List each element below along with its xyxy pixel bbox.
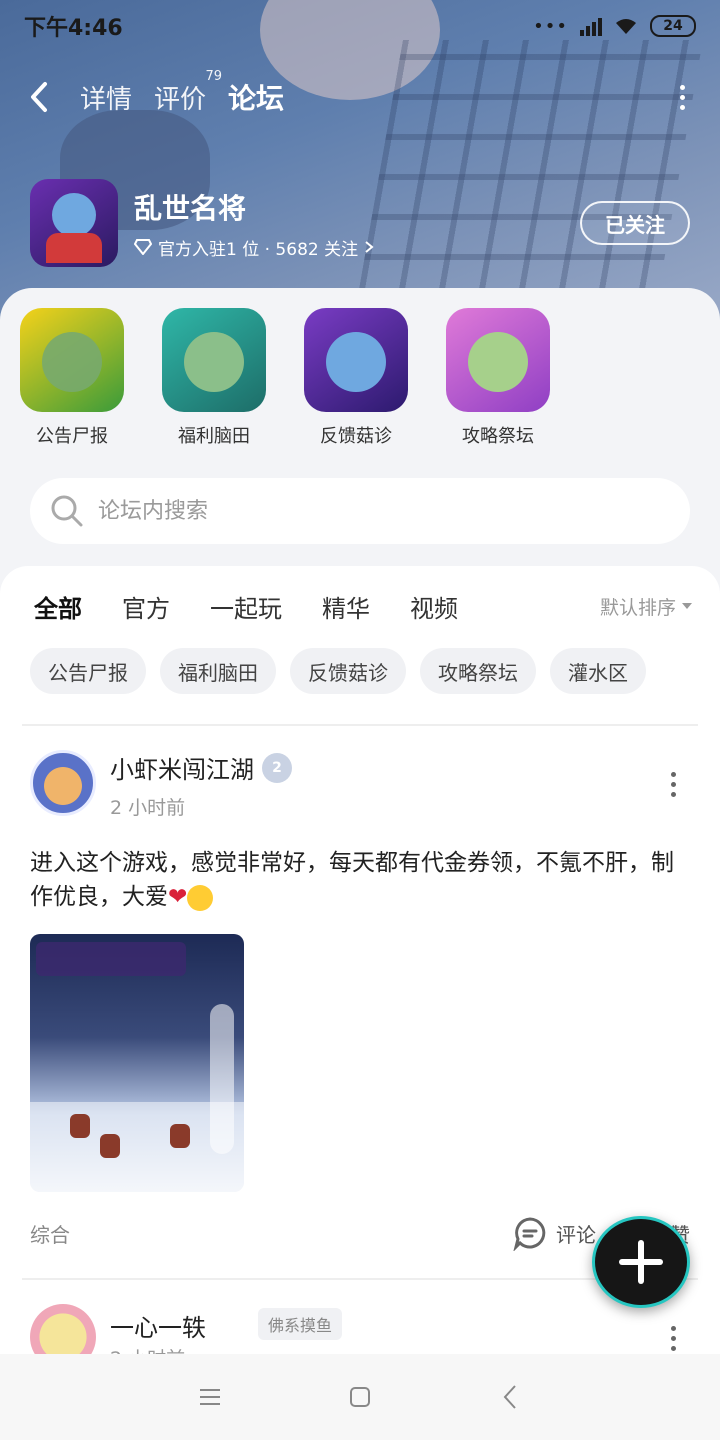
- level-badge: 2: [262, 752, 292, 783]
- reviews-count: 79: [205, 68, 223, 84]
- chip-guide[interactable]: 攻略祭坛: [420, 648, 536, 694]
- comment-button[interactable]: 评论: [512, 1215, 596, 1251]
- post-more-button[interactable]: [671, 772, 690, 797]
- sort-dropdown[interactable]: 默认排序: [600, 593, 692, 620]
- forum-panel: 公告尸报 福利脑田 反馈菇诊 攻略祭坛 全部 官方 一起玩 精华 视频 默认排序: [0, 288, 720, 1370]
- diamond-icon: [134, 239, 152, 255]
- plus-icon: [619, 1240, 663, 1284]
- post-body: 进入这个游戏，感觉非常好，每天都有代金券领，不氪不肝，制作优良，大爱❤: [30, 850, 674, 911]
- search-input[interactable]: [98, 498, 658, 524]
- author-name[interactable]: 一心一轶: [110, 1308, 206, 1343]
- chip-chat[interactable]: 灌水区: [550, 648, 646, 694]
- board-list: 公告尸报 福利脑田 反馈菇诊 攻略祭坛: [20, 308, 550, 448]
- chip-welfare[interactable]: 福利脑田: [160, 648, 276, 694]
- status-bar: 下午4:46 ••• 24: [24, 8, 696, 44]
- menu-button[interactable]: [195, 1382, 225, 1412]
- status-time: 下午4:46: [24, 16, 123, 41]
- post-more-button[interactable]: [671, 1326, 690, 1351]
- chip-announcement[interactable]: 公告尸报: [30, 648, 146, 694]
- heart-emoji-icon: ❤: [168, 884, 188, 910]
- tab-featured[interactable]: 精华: [322, 589, 370, 624]
- post-actions: 综合 评论 赞: [30, 1215, 690, 1251]
- wifi-icon: [616, 19, 636, 34]
- board-guide-icon: [446, 308, 550, 412]
- board-welfare[interactable]: 福利脑田: [162, 308, 266, 448]
- game-unit: [100, 1134, 120, 1158]
- caret-down-icon: [682, 603, 692, 609]
- board-feedback[interactable]: 反馈菇诊: [304, 308, 408, 448]
- tab-official[interactable]: 官方: [122, 589, 170, 624]
- back-button[interactable]: [28, 77, 58, 117]
- search-bar[interactable]: [30, 478, 690, 544]
- post-image[interactable]: [30, 934, 244, 1192]
- post-category[interactable]: 综合: [30, 1219, 70, 1248]
- tab-forum[interactable]: 论坛: [228, 77, 285, 117]
- board-guide[interactable]: 攻略祭坛: [446, 308, 550, 448]
- chip-feedback[interactable]: 反馈菇诊: [290, 648, 406, 694]
- back-chevron-icon: [503, 1385, 516, 1409]
- divider: [22, 724, 698, 726]
- board-welfare-icon: [162, 308, 266, 412]
- comment-icon: [513, 1217, 546, 1251]
- board-announcement[interactable]: 公告尸报: [20, 308, 124, 448]
- user-tag: 佛系摸鱼: [258, 1308, 343, 1340]
- signal-icon: [580, 16, 602, 36]
- back-arrow-icon: [31, 82, 47, 112]
- game-unit: [170, 1124, 190, 1148]
- menu-icon: [200, 1389, 220, 1405]
- new-post-button[interactable]: [592, 1216, 690, 1308]
- board-announcement-icon: [20, 308, 124, 412]
- game-unit: [70, 1114, 90, 1138]
- game-meta-link[interactable]: 官方入驻1 位 · 5682 关注: [134, 235, 374, 260]
- more-dots-icon: •••: [533, 15, 568, 37]
- system-back-button[interactable]: [495, 1382, 525, 1412]
- board-chips: 公告尸报 福利脑田 反馈菇诊 攻略祭坛 灌水区: [30, 648, 646, 694]
- feed-tabs: 全部 官方 一起玩 精华 视频 默认排序: [34, 586, 692, 628]
- more-menu-button[interactable]: [672, 84, 692, 110]
- board-feedback-icon: [304, 308, 408, 412]
- game-name: 乱世名将: [134, 191, 247, 225]
- smile-emoji-icon: [187, 884, 214, 911]
- post-time: 2 小时前: [110, 797, 186, 819]
- tab-all[interactable]: 全部: [34, 589, 82, 628]
- chevron-right-icon: [365, 241, 374, 253]
- avatar[interactable]: [30, 750, 96, 816]
- header-banner: 下午4:46 ••• 24 详情 评价 79 论坛 乱世名将 官方入驻1 位 · …: [0, 0, 720, 320]
- author-name[interactable]: 小虾米闯江湖: [110, 750, 254, 785]
- system-nav-bar: [0, 1354, 720, 1440]
- home-button[interactable]: [345, 1382, 375, 1412]
- search-icon: [51, 495, 83, 527]
- tab-details[interactable]: 详情: [80, 79, 132, 116]
- post-card[interactable]: 小虾米闯江湖 2 2 小时前 进入这个游戏，感觉非常好，每天都有代金券领，不氪不…: [30, 750, 690, 1251]
- top-nav: 详情 评价 79 论坛: [28, 69, 692, 124]
- tab-play-together[interactable]: 一起玩: [210, 589, 282, 624]
- follow-button[interactable]: 已关注: [580, 201, 690, 245]
- game-hud: [36, 942, 186, 976]
- battery-icon: 24: [650, 15, 696, 37]
- game-icon[interactable]: [30, 179, 118, 267]
- game-info: 乱世名将 官方入驻1 位 · 5682 关注 已关注: [30, 178, 690, 268]
- volume-slider: [210, 1004, 234, 1154]
- status-icons: ••• 24: [533, 15, 696, 37]
- tab-video[interactable]: 视频: [410, 589, 458, 624]
- home-square-icon: [350, 1387, 370, 1407]
- tab-reviews[interactable]: 评价 79: [154, 69, 222, 116]
